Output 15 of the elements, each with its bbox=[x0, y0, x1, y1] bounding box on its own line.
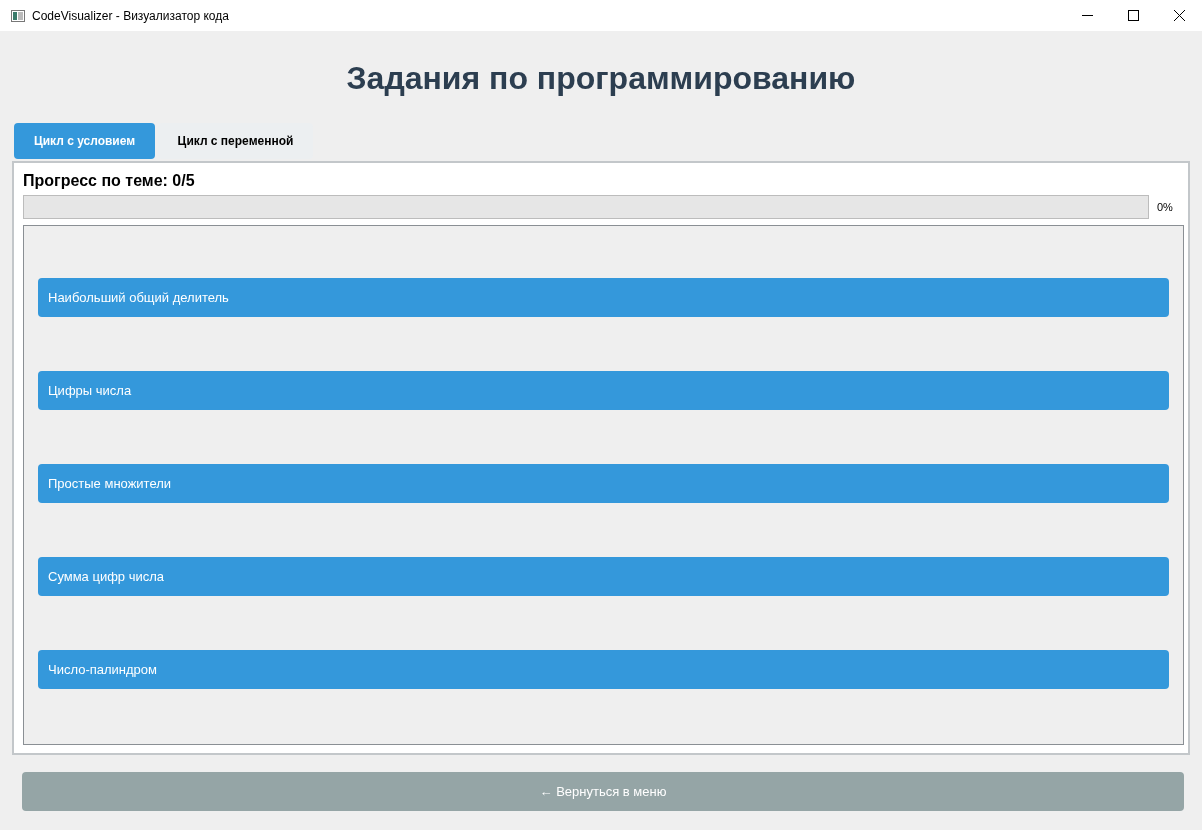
task-button[interactable]: Цифры числа bbox=[38, 371, 1169, 410]
task-button[interactable]: Простые множители bbox=[38, 464, 1169, 503]
minimize-icon bbox=[1081, 15, 1093, 16]
back-button[interactable]: ← Вернуться в меню bbox=[22, 772, 1184, 811]
window-title: CodeVisualizer - Визуализатор кода bbox=[32, 7, 229, 25]
task-button[interactable]: Сумма цифр числа bbox=[38, 557, 1169, 596]
tab[interactable]: Цикл с условием bbox=[14, 123, 155, 159]
close-icon bbox=[1173, 10, 1185, 21]
task-button[interactable]: Число-палиндром bbox=[38, 650, 1169, 689]
maximize-icon bbox=[1127, 10, 1139, 21]
app-icon bbox=[11, 9, 25, 22]
progress-percent: 0% bbox=[1157, 199, 1173, 215]
progress-label: Прогресс по теме: 0/5 bbox=[23, 171, 196, 191]
task-button[interactable]: Наибольший общий делитель bbox=[38, 278, 1169, 317]
page-heading: Задания по программированию bbox=[346, 59, 856, 98]
